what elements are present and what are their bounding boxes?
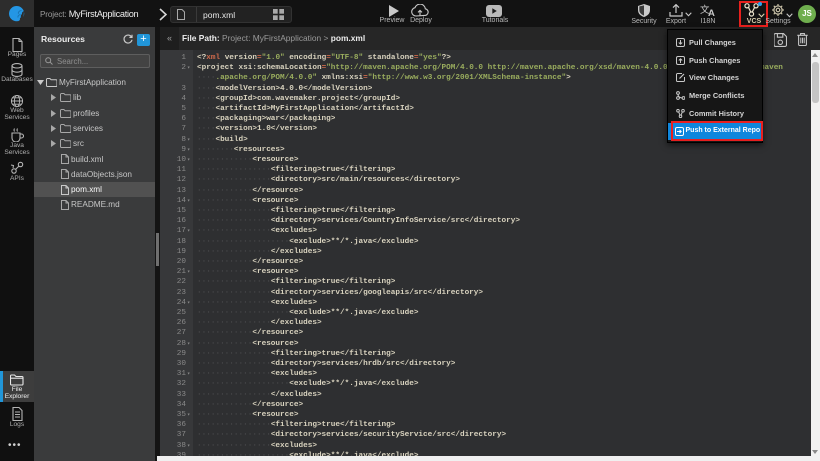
svg-text:A: A <box>708 8 715 17</box>
